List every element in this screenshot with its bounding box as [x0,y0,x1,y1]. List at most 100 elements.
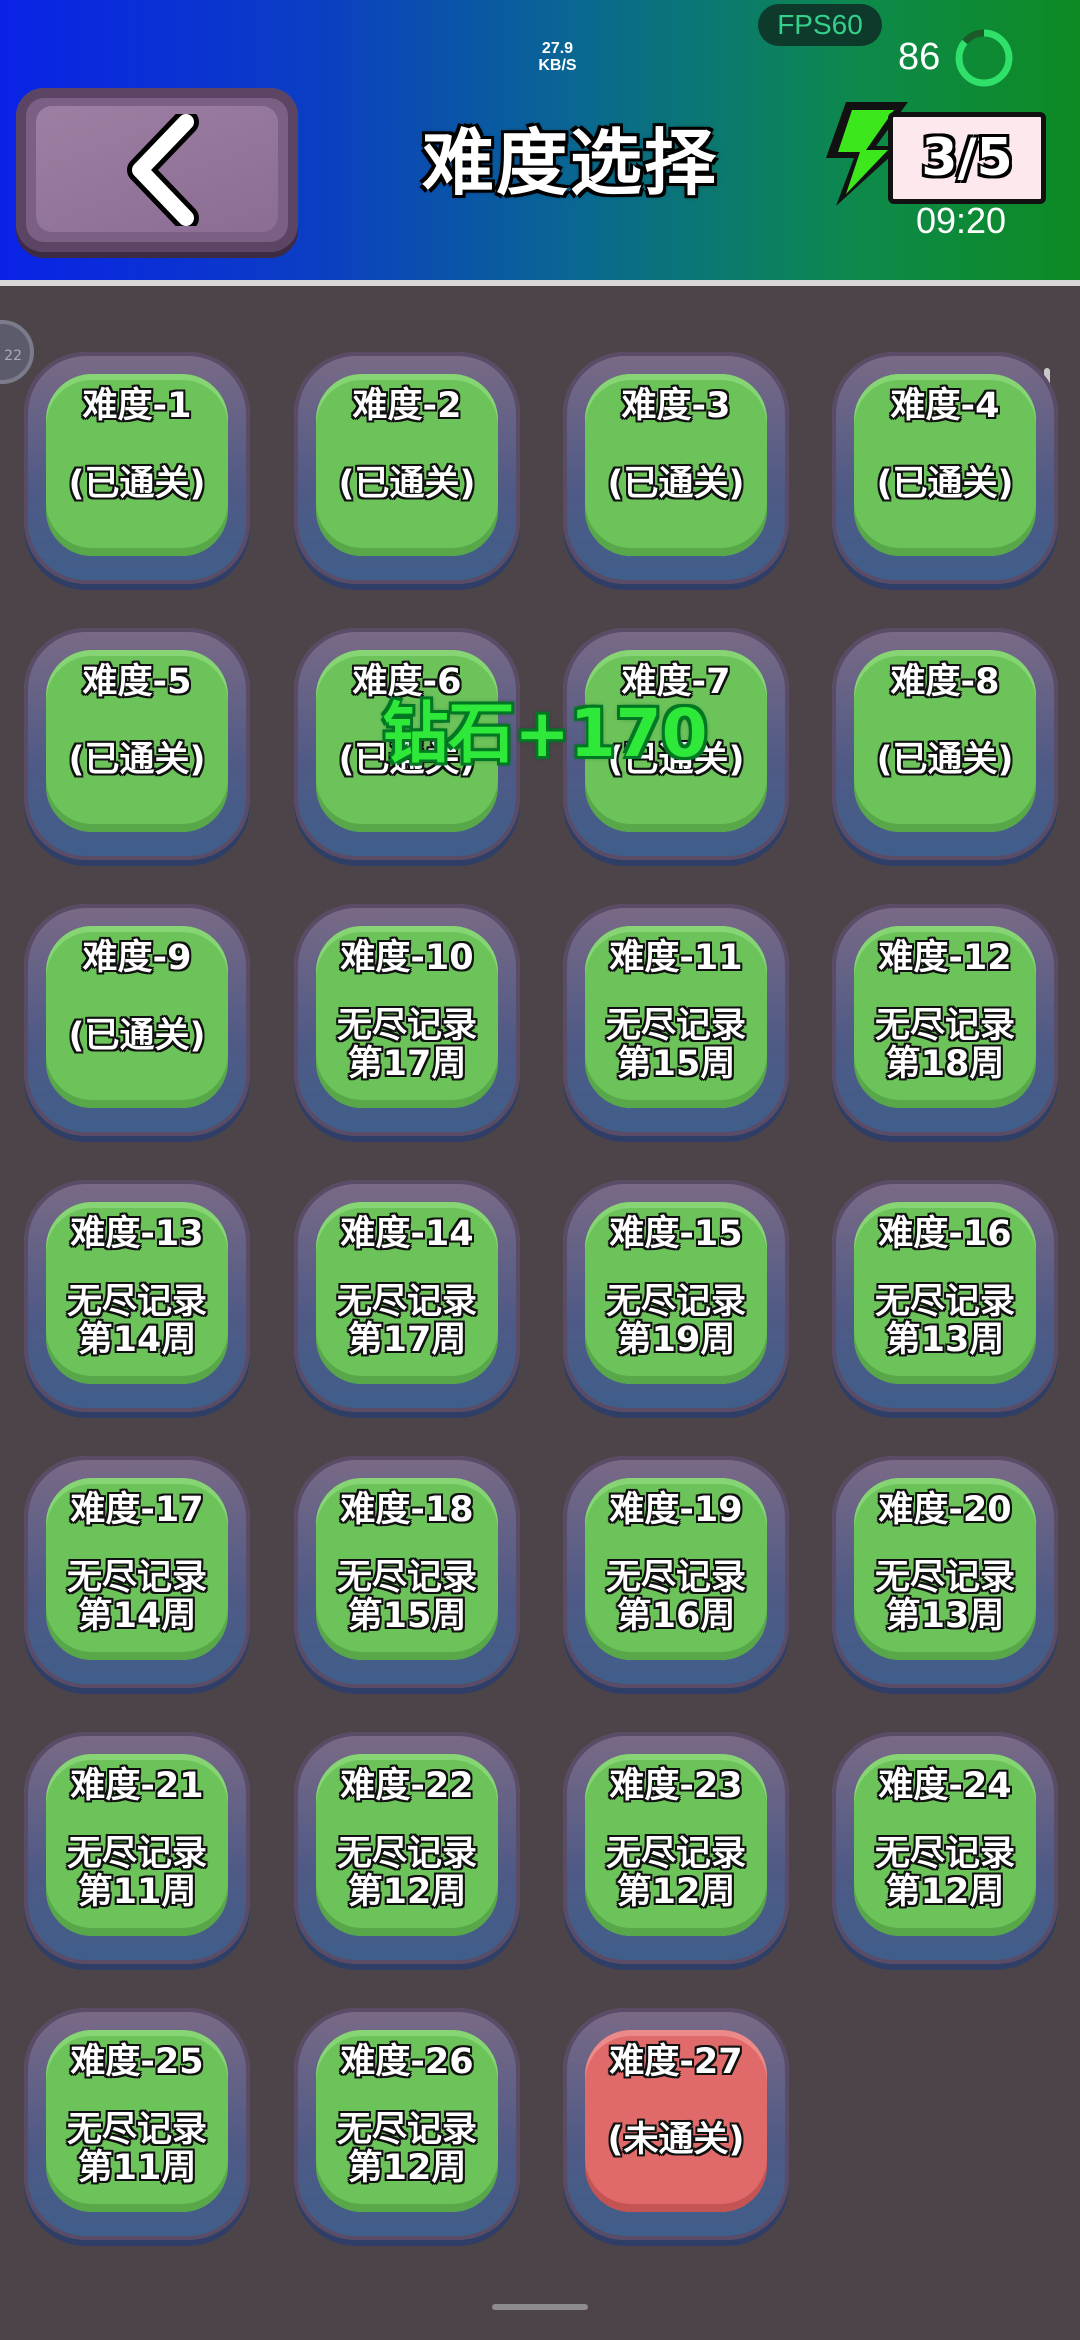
level-name: 难度-19 [609,1490,743,1530]
level-name: 难度-1 [82,386,192,426]
level-name: 难度-4 [890,386,1000,426]
level-record-weeks: 第12周 [885,1872,1005,1912]
level-record-label: 无尽记录 [874,1834,1015,1874]
level-button[interactable]: 难度-15 无尽记录 第19周 [563,1180,789,1418]
level-status: (已通关) [68,464,206,504]
level-record-weeks: 第15周 [616,1044,736,1084]
level-button[interactable]: 难度-26 无尽记录 第12周 [294,2008,520,2246]
level-name: 难度-25 [70,2042,204,2082]
level-name: 难度-16 [878,1214,1012,1254]
level-name: 难度-9 [82,938,192,978]
level-status: (已通关) [338,464,476,504]
level-record-label: 无尽记录 [336,1558,477,1598]
level-name: 难度-27 [609,2042,743,2082]
level-button[interactable]: 难度-3 (已通关) [563,352,789,590]
level-button[interactable]: 难度-13 无尽记录 第14周 [24,1180,250,1418]
level-button[interactable]: 难度-27 (未通关) [563,2008,789,2246]
battery-level: 86 [898,36,941,78]
level-button[interactable]: 难度-18 无尽记录 第15周 [294,1456,520,1694]
level-record-label: 无尽记录 [605,1006,746,1046]
level-record-weeks: 第16周 [616,1596,736,1636]
level-record-weeks: 第13周 [885,1596,1005,1636]
level-name: 难度-15 [609,1214,743,1254]
level-status: (已通关) [68,740,206,780]
level-button[interactable]: 难度-24 无尽记录 第12周 [832,1732,1058,1970]
level-record-label: 无尽记录 [874,1282,1015,1322]
level-record-weeks: 第17周 [347,1044,467,1084]
level-record-weeks: 第12周 [347,1872,467,1912]
level-record-label: 无尽记录 [605,1834,746,1874]
level-button[interactable]: 难度-1 (已通关) [24,352,250,590]
level-record-label: 无尽记录 [66,2110,207,2150]
level-record-label: 无尽记录 [605,1558,746,1598]
level-button[interactable]: 难度-21 无尽记录 第11周 [24,1732,250,1970]
level-button[interactable]: 难度-17 无尽记录 第14周 [24,1456,250,1694]
energy-timer: 09:20 [915,200,1007,241]
level-button[interactable]: 难度-4 (已通关) [832,352,1058,590]
level-name: 难度-20 [878,1490,1012,1530]
level-name: 难度-14 [340,1214,474,1254]
level-record-weeks: 第18周 [885,1044,1005,1084]
level-button[interactable]: 难度-25 无尽记录 第11周 [24,2008,250,2246]
battery-ring-icon [955,29,1013,87]
level-record-weeks: 第14周 [77,1320,197,1360]
network-speed-unit: KB/S [538,57,577,74]
level-name: 难度-8 [890,662,1000,702]
chevron-left-icon [127,114,199,226]
level-record-label: 无尽记录 [605,1282,746,1322]
level-status: (未通关) [607,2120,745,2160]
level-name: 难度-2 [352,386,462,426]
level-button[interactable]: 难度-9 (已通关) [24,904,250,1142]
level-name: 难度-17 [70,1490,204,1530]
level-button[interactable]: 难度-22 无尽记录 第12周 [294,1732,520,1970]
level-record-label: 无尽记录 [336,2110,477,2150]
level-button[interactable]: 难度-20 无尽记录 第13周 [832,1456,1058,1694]
level-button[interactable]: 难度-11 无尽记录 第15周 [563,904,789,1142]
level-record-label: 无尽记录 [66,1558,207,1598]
level-name: 难度-24 [878,1766,1012,1806]
level-status: (已通关) [876,740,1014,780]
level-record-weeks: 第11周 [77,1872,197,1912]
level-record-label: 无尽记录 [66,1834,207,1874]
level-name: 难度-3 [621,386,731,426]
page-title: 难度选择 [421,121,718,205]
level-record-label: 无尽记录 [336,1006,477,1046]
level-button[interactable]: 难度-14 无尽记录 第17周 [294,1180,520,1418]
level-button[interactable]: 难度-5 (已通关) [24,628,250,866]
level-name: 难度-5 [82,662,192,702]
level-name: 难度-23 [609,1766,743,1806]
level-record-weeks: 第14周 [77,1596,197,1636]
level-record-weeks: 第17周 [347,1320,467,1360]
level-record-weeks: 第19周 [616,1320,736,1360]
energy-counter: 3/5 [888,112,1046,204]
fps-badge: FPS60 [758,4,882,46]
level-button[interactable]: 难度-19 无尽记录 第16周 [563,1456,789,1694]
network-speed: 27.9 KB/S [520,40,595,74]
level-button[interactable]: 难度-12 无尽记录 第18周 [832,904,1058,1142]
level-record-weeks: 第12周 [616,1872,736,1912]
network-speed-value: 27.9 [541,40,574,57]
level-button[interactable]: 难度-2 (已通关) [294,352,520,590]
level-name: 难度-13 [70,1214,204,1254]
level-name: 难度-26 [340,2042,474,2082]
level-record-weeks: 第15周 [347,1596,467,1636]
level-record-label: 无尽记录 [336,1282,477,1322]
energy-count: 3/5 [921,128,1013,188]
level-record-label: 无尽记录 [874,1006,1015,1046]
level-status: (已通关) [68,1016,206,1056]
level-record-weeks: 第12周 [347,2148,467,2188]
level-record-label: 无尽记录 [874,1558,1015,1598]
top-bar: 27.9 KB/S FPS60 86 难度选择 3/5 09:20 [0,0,1080,286]
level-name: 难度-11 [609,938,743,978]
level-button[interactable]: 难度-23 无尽记录 第12周 [563,1732,789,1970]
back-button[interactable] [16,88,298,252]
level-button[interactable]: 难度-8 (已通关) [832,628,1058,866]
level-button[interactable]: 难度-16 无尽记录 第13周 [832,1180,1058,1418]
level-name: 难度-21 [70,1766,204,1806]
level-name: 难度-22 [340,1766,474,1806]
level-name: 难度-12 [878,938,1012,978]
home-indicator [492,2304,588,2310]
level-button[interactable]: 难度-10 无尽记录 第17周 [294,904,520,1142]
level-name: 难度-10 [340,938,474,978]
level-status: (已通关) [876,464,1014,504]
